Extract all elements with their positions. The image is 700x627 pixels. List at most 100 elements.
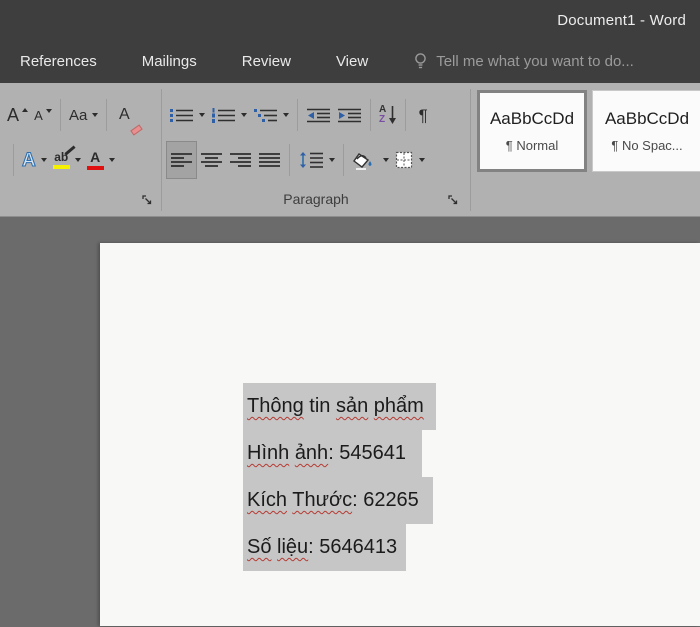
borders-icon [395,151,414,169]
grow-font-glyph: A [7,106,19,124]
style-card-no-spacing[interactable]: AaBbCcDd ¶ No Spac... [592,90,700,172]
tell-me-box[interactable]: Tell me what you want to do... [413,52,634,71]
chevron-down-icon [241,113,247,117]
window-title: Document1 - Word [557,12,686,29]
paint-bucket-icon [352,151,378,170]
style-card-normal[interactable]: AaBbCcDd ¶ Normal [477,90,587,172]
font-color-glyph: A [90,150,100,164]
tab-mailings[interactable]: Mailings [142,53,197,70]
align-center-button[interactable] [197,141,226,179]
tab-review[interactable]: Review [242,53,291,70]
separator [289,144,290,176]
bullets-button[interactable] [166,96,208,134]
numbered-list-icon [211,107,236,124]
font-group-row2: A ab A [8,140,118,180]
tab-view[interactable]: View [336,53,368,70]
font-color-button[interactable]: A [84,141,118,179]
chevron-down-icon [41,158,47,162]
down-arrow-icon [388,105,397,125]
show-hide-formatting-button[interactable]: ¶ [411,96,435,134]
text-highlight-color-button[interactable]: ab [50,141,84,179]
increase-indent-icon [337,107,362,124]
document-page[interactable]: Thông tin sản phẩmHình ảnh: 545641Kích T… [100,243,700,626]
red-color-bar [87,166,104,170]
document-paragraph[interactable]: Số liệu: 5646413 [243,524,406,571]
document-area: Thông tin sản phẩmHình ảnh: 545641Kích T… [0,217,700,626]
selected-text-block: Thông tin sản phẩmHình ảnh: 545641Kích T… [243,383,436,571]
font-dialog-launcher[interactable] [142,193,154,205]
bullet-list-icon [169,107,194,124]
style-name: ¶ Normal [506,138,559,153]
justify-icon [258,152,281,168]
pen-icon [65,145,76,155]
misspelled-text: Kích [247,489,287,511]
align-right-button[interactable] [226,141,255,179]
increase-indent-button[interactable] [334,96,365,134]
separator [297,99,298,131]
change-case-button[interactable]: Aa [66,96,101,134]
word-window: Document1 - Word References Mailings Revie… [0,0,700,627]
grow-font-button[interactable]: A [4,96,31,134]
styles-gallery: AaBbCcDd ¶ Normal AaBbCcDd ¶ No Spac... [477,90,700,172]
grow-arrow-icon [22,108,28,112]
style-preview-text: AaBbCcDd [605,109,689,129]
misspelled-text: liệu [277,536,308,558]
shrink-arrow-icon [46,109,52,113]
tab-references[interactable]: References [20,53,97,70]
clear-formatting-glyph: A [119,107,130,123]
decrease-indent-button[interactable] [303,96,334,134]
misspelled-text: ảnh [295,442,328,464]
text-segment: : 62265 [352,489,419,511]
misspelled-text: Số [247,536,271,558]
ribbon-tab-bar: References Mailings Review View Tell me wha… [0,40,700,83]
numbering-button[interactable] [208,96,250,134]
style-name: ¶ No Spac... [611,138,682,153]
separator [60,99,61,131]
shrink-font-button[interactable]: A [31,96,55,134]
sort-az-icon: A Z [379,105,386,125]
document-paragraph[interactable]: Thông tin sản phẩm [243,383,436,430]
chevron-down-icon [75,158,81,162]
document-paragraph[interactable]: Hình ảnh: 545641 [243,430,422,477]
paragraph-group-row2 [166,140,428,180]
paragraph-dialog-launcher[interactable] [448,193,460,205]
misspelled-text: Hình [247,442,289,464]
text-segment: : 5646413 [308,536,397,558]
chevron-down-icon [92,113,98,117]
separator [13,144,14,176]
multilevel-list-icon [253,107,278,124]
multilevel-list-button[interactable] [250,96,292,134]
separator [370,99,371,131]
yellow-highlight-bar [53,165,70,169]
sort-button[interactable]: A Z [376,96,400,134]
misspelled-text: Thước [292,489,352,511]
line-spacing-icon [298,151,324,169]
paragraph-group-label: Paragraph [162,191,470,207]
align-left-button[interactable] [166,141,197,179]
font-group-row1: A A Aa A [4,95,136,135]
line-spacing-button[interactable] [295,141,338,179]
justify-button[interactable] [255,141,284,179]
highlight-glyph: ab [54,151,68,163]
misspelled-text: phẩm [374,395,424,417]
separator [343,144,344,176]
chevron-down-icon [329,158,335,162]
clear-formatting-button[interactable]: A [112,96,136,134]
chevron-down-icon [199,113,205,117]
align-right-icon [229,152,252,168]
tell-me-label: Tell me what you want to do... [436,53,634,70]
align-left-icon [170,152,193,168]
shrink-font-glyph: A [34,109,43,122]
shading-button[interactable] [349,141,392,179]
text-segment: : 545641 [328,442,406,464]
document-paragraph[interactable]: Kích Thước: 62265 [243,477,433,524]
ribbon: A A Aa A A [0,83,700,217]
chevron-down-icon [109,158,115,162]
change-case-glyph: Aa [69,108,87,123]
text-effects-button[interactable]: A [19,141,50,179]
misspelled-text: Thông [247,395,304,417]
style-preview-text: AaBbCcDd [490,109,574,129]
separator [106,99,107,131]
borders-button[interactable] [392,141,428,179]
decrease-indent-icon [306,107,331,124]
